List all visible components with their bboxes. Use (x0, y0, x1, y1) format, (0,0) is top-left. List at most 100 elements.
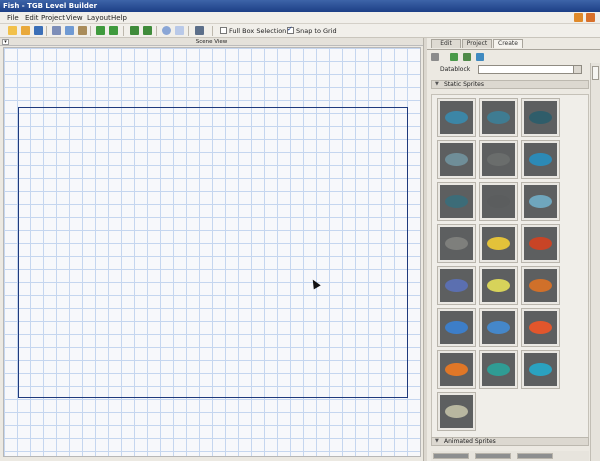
sprite-thumb[interactable] (479, 182, 518, 221)
camera-bounds[interactable] (18, 107, 408, 398)
collapse-triangle-icon: ▼ (435, 438, 439, 444)
sprite-thumb[interactable] (437, 266, 476, 305)
sprite-shape (445, 237, 468, 250)
image-icon[interactable] (450, 53, 458, 61)
seaweed-glow-icon (524, 185, 557, 218)
sprite-shape (529, 195, 552, 208)
paste-icon[interactable] (78, 26, 87, 35)
rocks-strip-dark-icon (524, 101, 557, 134)
open-folder-icon[interactable] (21, 26, 30, 35)
sprite-thumb[interactable] (521, 308, 560, 347)
target-icon[interactable] (162, 26, 171, 35)
undo-icon[interactable] (96, 26, 105, 35)
monitor-icon[interactable] (195, 26, 204, 35)
snap-to-grid-checkbox[interactable] (287, 25, 294, 34)
gray-fish-small-icon (440, 227, 473, 260)
cut-icon[interactable] (52, 26, 61, 35)
light-rays-icon (524, 143, 557, 176)
pointer-icon[interactable] (175, 26, 184, 35)
scene-canvas[interactable] (3, 47, 421, 457)
export-icon[interactable] (143, 26, 152, 35)
mail-icon[interactable] (574, 13, 583, 22)
save-icon[interactable] (34, 26, 43, 35)
animated-sprite-thumb[interactable] (433, 453, 469, 459)
sprite-thumb[interactable] (479, 98, 518, 137)
menu-view[interactable]: View (66, 13, 83, 23)
sprite-thumb[interactable] (479, 308, 518, 347)
sprite-thumb[interactable] (521, 350, 560, 389)
redo-icon[interactable] (109, 26, 118, 35)
toolbar-separator (90, 26, 91, 36)
sprite-shape (529, 321, 552, 334)
menu-help[interactable]: Help (111, 13, 127, 23)
scrollbar-thumb[interactable] (592, 66, 599, 80)
sprite-thumb[interactable] (521, 266, 560, 305)
sprite-thumb[interactable] (437, 308, 476, 347)
scene-view-title: Scene View (195, 39, 228, 45)
orange-eel-icon (524, 269, 557, 302)
sprite-shape (529, 111, 552, 124)
sprite-thumb[interactable] (521, 224, 560, 263)
animated-sprites-header[interactable]: ▼ Animated Sprites (431, 437, 589, 446)
seahorse-teal-icon (482, 353, 515, 386)
tab-project[interactable]: Project (462, 39, 492, 48)
new-file-icon[interactable] (8, 26, 17, 35)
create-toolbar (427, 49, 600, 62)
menu-project[interactable]: Project (41, 13, 65, 23)
empty-sprite-icon (482, 185, 515, 218)
sprite-shape (445, 321, 468, 334)
sprite-shape (445, 195, 468, 208)
sprite-thumb[interactable] (437, 182, 476, 221)
sprite-thumb[interactable] (437, 350, 476, 389)
animated-sprite-thumb[interactable] (475, 453, 511, 459)
menu-layout[interactable]: Layout (87, 13, 111, 23)
sprite-thumb[interactable] (479, 140, 518, 179)
blue-fish-red-tail-icon (524, 353, 557, 386)
full-box-selection-checkbox[interactable] (220, 27, 227, 34)
sprite-thumb[interactable] (479, 224, 518, 263)
refresh-icon[interactable] (476, 53, 484, 61)
sprite-thumb[interactable] (521, 98, 560, 137)
sprite-thumb[interactable] (479, 350, 518, 389)
rocks-strip-icon (482, 101, 515, 134)
animated-sprite-thumb[interactable] (517, 453, 553, 459)
datablock-select[interactable] (478, 65, 582, 74)
restore-icon[interactable] (586, 13, 595, 22)
menu-file[interactable]: File (7, 13, 19, 23)
scene-view-header: ▾ Scene View (0, 38, 423, 46)
tab-create[interactable]: Create (493, 39, 523, 48)
menu-edit[interactable]: Edit (25, 13, 39, 23)
tab-edit[interactable]: Edit (431, 39, 461, 48)
sprite-thumb[interactable] (437, 140, 476, 179)
import-icon[interactable] (130, 26, 139, 35)
sprite-shape (487, 111, 510, 124)
menu-bar: File Edit Project View Layout Help (0, 12, 600, 24)
datablock-label: Datablock (440, 66, 471, 73)
sprite-shape (487, 195, 510, 208)
sprite-thumb[interactable] (521, 140, 560, 179)
ocean-background-icon (440, 101, 473, 134)
panel-scrollbar[interactable] (590, 63, 600, 461)
sprite-shape (529, 279, 552, 292)
static-sprites-label: Static Sprites (444, 81, 484, 88)
toolbar-separator (156, 26, 157, 36)
main-toolbar: Full Box Selection Snap to Grid (0, 24, 600, 38)
sprite-thumb[interactable] (479, 266, 518, 305)
sprite-shape (529, 153, 552, 166)
collapse-triangle-icon: ▼ (435, 81, 439, 87)
static-sprites-header[interactable]: ▼ Static Sprites (431, 80, 589, 89)
angelfish-yellow-icon (482, 227, 515, 260)
blue-yellow-fish-2-icon (482, 311, 515, 344)
copy-icon[interactable] (65, 26, 74, 35)
yellow-fish-icon (482, 269, 515, 302)
sprite-shape (487, 363, 510, 376)
add-icon[interactable] (431, 53, 439, 61)
scene-view-dropdown-icon[interactable]: ▾ (2, 39, 9, 45)
sprite-icon[interactable] (463, 53, 471, 61)
toolbar-separator (46, 26, 47, 36)
sprite-thumb[interactable] (521, 182, 560, 221)
sprite-thumb[interactable] (437, 98, 476, 137)
sprite-thumb[interactable] (437, 224, 476, 263)
snap-to-grid-label: Snap to Grid (296, 27, 337, 35)
sprite-thumb[interactable] (437, 392, 476, 431)
